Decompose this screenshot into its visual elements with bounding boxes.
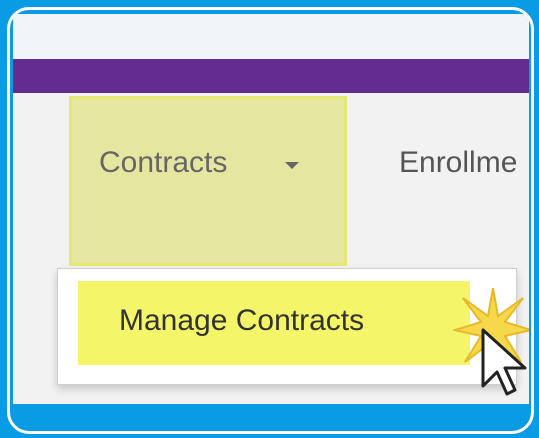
nav-item-contracts-label[interactable]: Contracts	[99, 146, 227, 180]
dropdown-item-label[interactable]: Manage Contracts	[119, 304, 364, 338]
browser-viewport: Contracts Enrollme Manage Contracts	[13, 14, 529, 404]
chevron-down-icon	[285, 162, 299, 169]
nav-item-enrollment[interactable]: Enrollme	[399, 146, 517, 180]
header-bar	[13, 59, 529, 93]
callout-frame: Contracts Enrollme Manage Contracts	[7, 7, 534, 434]
page-top-strip	[13, 14, 529, 59]
nav-item-contracts[interactable]	[69, 96, 347, 266]
click-burst-icon	[453, 287, 529, 396]
